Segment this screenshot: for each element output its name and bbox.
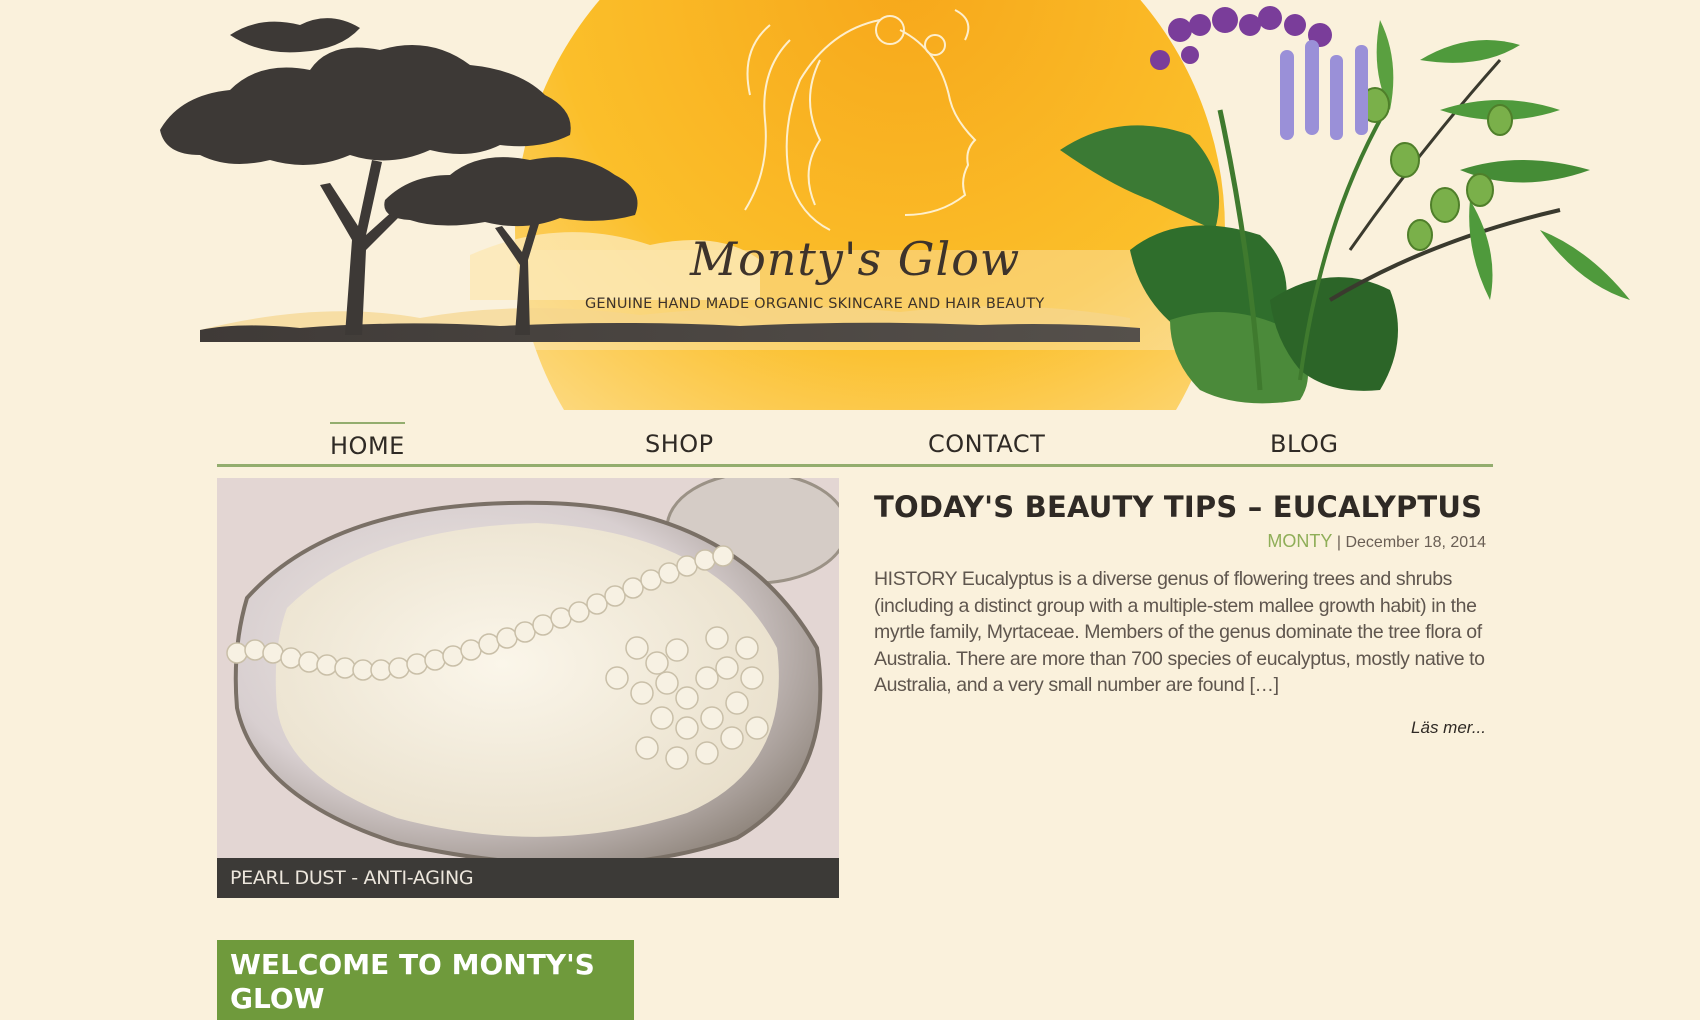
welcome-section: WELCOME TO MONTY'S GLOW [217, 940, 634, 1020]
read-more-link[interactable]: Läs mer... [874, 718, 1486, 738]
welcome-heading: WELCOME TO MONTY'S GLOW [230, 948, 595, 1015]
main-nav: HOME SHOP CONTACT BLOG [217, 412, 1493, 467]
slide-caption-bar: PEARL DUST - ANTI-AGING [217, 858, 839, 898]
nav-blog[interactable]: BLOG [1270, 422, 1338, 458]
site-logo-title[interactable]: Monty's Glow [690, 232, 1020, 286]
nav-shop[interactable]: SHOP [645, 422, 714, 458]
nav-home[interactable]: HOME [330, 422, 405, 460]
header-banner-art [160, 0, 1630, 410]
post-author-link[interactable]: MONTY [1267, 531, 1332, 551]
featured-slide[interactable]: PEARL DUST - ANTI-AGING [217, 478, 839, 898]
post-meta: MONTY | December 18, 2014 [874, 531, 1486, 552]
post-title[interactable]: TODAY'S BEAUTY TIPS – EUCALYPTUS [874, 490, 1486, 524]
nav-contact[interactable]: CONTACT [928, 422, 1045, 458]
post-excerpt: HISTORY Eucalyptus is a diverse genus of… [874, 568, 1485, 696]
meta-separator: | [1336, 534, 1342, 551]
post-date: December 18, 2014 [1345, 534, 1486, 551]
ground-strip [200, 322, 1140, 342]
pearl-dust-photo [217, 478, 839, 898]
blog-post-preview: TODAY'S BEAUTY TIPS – EUCALYPTUS MONTY |… [874, 490, 1486, 738]
slide-caption: PEARL DUST - ANTI-AGING [230, 867, 474, 889]
site-tagline: GENUINE HAND MADE ORGANIC SKINCARE AND H… [585, 296, 1045, 312]
site-header: Monty's Glow GENUINE HAND MADE ORGANIC S… [0, 0, 1700, 410]
